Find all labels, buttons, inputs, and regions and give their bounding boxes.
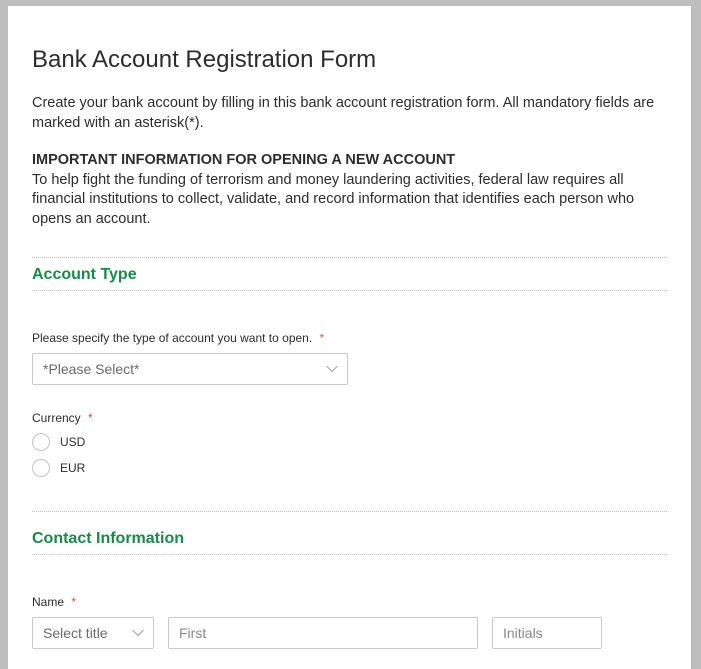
intro-text: Create your bank account by filling in t… (32, 94, 667, 133)
name-label: Name * (32, 595, 667, 609)
chevron-down-icon (131, 626, 145, 640)
currency-group: Currency * USD EUR (32, 411, 667, 477)
section-title-account-type: Account Type (32, 257, 667, 291)
required-mark: * (88, 411, 93, 425)
currency-label: Currency * (32, 411, 667, 425)
radio-eur[interactable] (32, 459, 50, 477)
form-title: Bank Account Registration Form (32, 46, 667, 74)
important-heading: IMPORTANT INFORMATION FOR OPENING A NEW … (32, 152, 455, 168)
radio-row-usd: USD (32, 433, 667, 451)
section-divider (32, 511, 667, 512)
section-title-contact: Contact Information (32, 522, 667, 555)
required-mark: * (320, 331, 325, 345)
currency-label-text: Currency (32, 411, 81, 425)
name-row: Select title (32, 617, 667, 649)
name-label-text: Name (32, 595, 64, 609)
form-page: Bank Account Registration Form Create yo… (8, 6, 691, 669)
account-type-select-value: *Please Select* (43, 361, 140, 377)
important-block: IMPORTANT INFORMATION FOR OPENING A NEW … (32, 151, 667, 229)
account-type-label: Please specify the type of account you w… (32, 331, 667, 345)
radio-usd-label: USD (60, 435, 85, 449)
chevron-down-icon (325, 362, 339, 376)
radio-eur-label: EUR (60, 461, 85, 475)
title-select-value: Select title (43, 625, 108, 641)
account-type-label-text: Please specify the type of account you w… (32, 331, 312, 345)
important-body: To help fight the funding of terrorism a… (32, 172, 634, 227)
first-name-input[interactable] (168, 617, 478, 649)
radio-row-eur: EUR (32, 459, 667, 477)
initials-input[interactable] (492, 617, 602, 649)
account-type-group: Please specify the type of account you w… (32, 331, 667, 385)
radio-usd[interactable] (32, 433, 50, 451)
title-select[interactable]: Select title (32, 617, 154, 649)
required-mark: * (71, 595, 76, 609)
account-type-select[interactable]: *Please Select* (32, 353, 348, 385)
